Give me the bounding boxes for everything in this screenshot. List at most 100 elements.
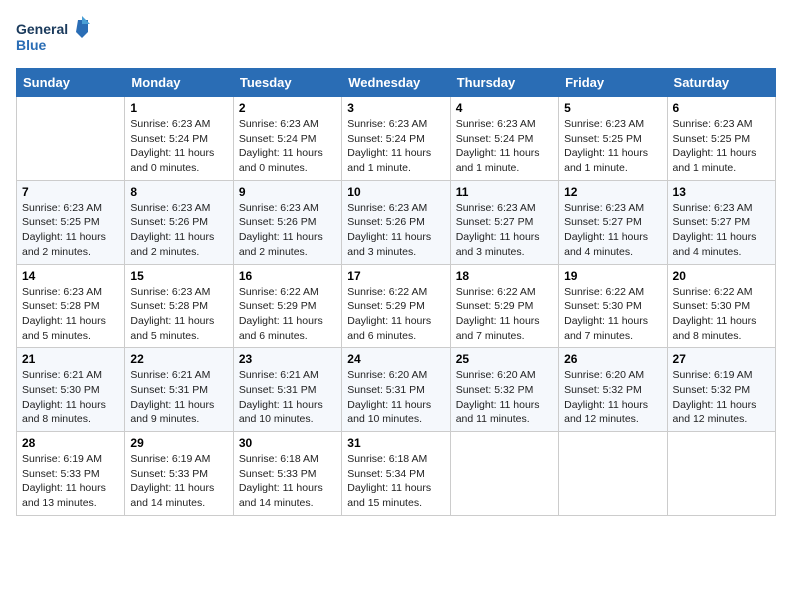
svg-text:General: General xyxy=(16,21,68,37)
calendar-week-row: 1 Sunrise: 6:23 AMSunset: 5:24 PMDaylight… xyxy=(17,97,776,181)
day-info: Sunrise: 6:23 AMSunset: 5:24 PMDaylight:… xyxy=(347,117,444,176)
column-header-sunday: Sunday xyxy=(17,69,125,97)
day-number: 12 xyxy=(564,185,661,199)
calendar-cell: 10 Sunrise: 6:23 AMSunset: 5:26 PMDayligh… xyxy=(342,180,450,264)
calendar-cell: 29 Sunrise: 6:19 AMSunset: 5:33 PMDayligh… xyxy=(125,432,233,516)
day-number: 25 xyxy=(456,352,553,366)
calendar-cell: 21 Sunrise: 6:21 AMSunset: 5:30 PMDayligh… xyxy=(17,348,125,432)
day-number: 15 xyxy=(130,269,227,283)
day-number: 10 xyxy=(347,185,444,199)
day-number: 22 xyxy=(130,352,227,366)
calendar-cell xyxy=(17,97,125,181)
calendar-week-row: 14Sunrise: 6:23 AMSunset: 5:28 PMDayligh… xyxy=(17,264,776,348)
day-number: 8 xyxy=(130,185,227,199)
day-info: Sunrise: 6:19 AMSunset: 5:33 PMDaylight:… xyxy=(22,452,119,511)
day-info: Sunrise: 6:23 AMSunset: 5:24 PMDaylight:… xyxy=(130,117,227,176)
calendar-cell: 22 Sunrise: 6:21 AMSunset: 5:31 PMDayligh… xyxy=(125,348,233,432)
calendar-cell: 7 Sunrise: 6:23 AMSunset: 5:25 PMDaylight… xyxy=(17,180,125,264)
calendar-cell: 31Sunrise: 6:18 AMSunset: 5:34 PMDayligh… xyxy=(342,432,450,516)
calendar-cell: 23 Sunrise: 6:21 AMSunset: 5:31 PMDayligh… xyxy=(233,348,341,432)
day-number: 5 xyxy=(564,101,661,115)
day-info: Sunrise: 6:20 AMSunset: 5:31 PMDaylight:… xyxy=(347,368,444,427)
calendar-cell: 27 Sunrise: 6:19 AMSunset: 5:32 PMDayligh… xyxy=(667,348,775,432)
calendar-cell xyxy=(559,432,667,516)
day-number: 11 xyxy=(456,185,553,199)
day-number: 30 xyxy=(239,436,336,450)
day-info: Sunrise: 6:23 AMSunset: 5:26 PMDaylight:… xyxy=(347,201,444,260)
svg-text:Blue: Blue xyxy=(16,37,47,53)
day-number: 6 xyxy=(673,101,770,115)
day-number: 24 xyxy=(347,352,444,366)
day-number: 19 xyxy=(564,269,661,283)
calendar-cell: 9 Sunrise: 6:23 AMSunset: 5:26 PMDaylight… xyxy=(233,180,341,264)
calendar-cell: 18 Sunrise: 6:22 AMSunset: 5:29 PMDayligh… xyxy=(450,264,558,348)
column-header-monday: Monday xyxy=(125,69,233,97)
day-info: Sunrise: 6:18 AMSunset: 5:33 PMDaylight:… xyxy=(239,452,336,511)
calendar-table: SundayMondayTuesdayWednesdayThursdayFrid… xyxy=(16,68,776,516)
calendar-cell: 13 Sunrise: 6:23 AMSunset: 5:27 PMDayligh… xyxy=(667,180,775,264)
day-info: Sunrise: 6:23 AMSunset: 5:25 PMDaylight:… xyxy=(564,117,661,176)
logo: General Blue xyxy=(16,16,96,60)
day-info: Sunrise: 6:21 AMSunset: 5:31 PMDaylight:… xyxy=(130,368,227,427)
day-number: 28 xyxy=(22,436,119,450)
day-number: 9 xyxy=(239,185,336,199)
day-info: Sunrise: 6:23 AMSunset: 5:26 PMDaylight:… xyxy=(130,201,227,260)
day-number: 23 xyxy=(239,352,336,366)
day-info: Sunrise: 6:23 AMSunset: 5:24 PMDaylight:… xyxy=(456,117,553,176)
day-number: 7 xyxy=(22,185,119,199)
day-number: 1 xyxy=(130,101,227,115)
day-info: Sunrise: 6:22 AMSunset: 5:30 PMDaylight:… xyxy=(564,285,661,344)
day-info: Sunrise: 6:23 AMSunset: 5:27 PMDaylight:… xyxy=(673,201,770,260)
calendar-cell: 8 Sunrise: 6:23 AMSunset: 5:26 PMDaylight… xyxy=(125,180,233,264)
day-number: 4 xyxy=(456,101,553,115)
day-info: Sunrise: 6:21 AMSunset: 5:31 PMDaylight:… xyxy=(239,368,336,427)
calendar-week-row: 28 Sunrise: 6:19 AMSunset: 5:33 PMDayligh… xyxy=(17,432,776,516)
column-header-tuesday: Tuesday xyxy=(233,69,341,97)
day-info: Sunrise: 6:18 AMSunset: 5:34 PMDaylight:… xyxy=(347,452,444,511)
calendar-cell: 12Sunrise: 6:23 AMSunset: 5:27 PMDayligh… xyxy=(559,180,667,264)
calendar-cell: 19 Sunrise: 6:22 AMSunset: 5:30 PMDayligh… xyxy=(559,264,667,348)
calendar-cell: 1 Sunrise: 6:23 AMSunset: 5:24 PMDaylight… xyxy=(125,97,233,181)
day-number: 16 xyxy=(239,269,336,283)
day-info: Sunrise: 6:23 AMSunset: 5:26 PMDaylight:… xyxy=(239,201,336,260)
day-number: 13 xyxy=(673,185,770,199)
calendar-cell: 26Sunrise: 6:20 AMSunset: 5:32 PMDayligh… xyxy=(559,348,667,432)
day-number: 3 xyxy=(347,101,444,115)
calendar-cell: 6 Sunrise: 6:23 AMSunset: 5:25 PMDaylight… xyxy=(667,97,775,181)
day-info: Sunrise: 6:22 AMSunset: 5:30 PMDaylight:… xyxy=(673,285,770,344)
day-info: Sunrise: 6:20 AMSunset: 5:32 PMDaylight:… xyxy=(456,368,553,427)
day-info: Sunrise: 6:23 AMSunset: 5:28 PMDaylight:… xyxy=(22,285,119,344)
calendar-week-row: 7 Sunrise: 6:23 AMSunset: 5:25 PMDaylight… xyxy=(17,180,776,264)
calendar-cell: 16Sunrise: 6:22 AMSunset: 5:29 PMDayligh… xyxy=(233,264,341,348)
column-header-thursday: Thursday xyxy=(450,69,558,97)
day-number: 2 xyxy=(239,101,336,115)
day-info: Sunrise: 6:22 AMSunset: 5:29 PMDaylight:… xyxy=(456,285,553,344)
day-number: 26 xyxy=(564,352,661,366)
day-info: Sunrise: 6:23 AMSunset: 5:25 PMDaylight:… xyxy=(22,201,119,260)
day-info: Sunrise: 6:21 AMSunset: 5:30 PMDaylight:… xyxy=(22,368,119,427)
calendar-cell: 17Sunrise: 6:22 AMSunset: 5:29 PMDayligh… xyxy=(342,264,450,348)
day-number: 29 xyxy=(130,436,227,450)
calendar-header-row: SundayMondayTuesdayWednesdayThursdayFrid… xyxy=(17,69,776,97)
column-header-friday: Friday xyxy=(559,69,667,97)
calendar-cell: 20 Sunrise: 6:22 AMSunset: 5:30 PMDayligh… xyxy=(667,264,775,348)
day-info: Sunrise: 6:19 AMSunset: 5:32 PMDaylight:… xyxy=(673,368,770,427)
calendar-cell: 11 Sunrise: 6:23 AMSunset: 5:27 PMDayligh… xyxy=(450,180,558,264)
day-info: Sunrise: 6:23 AMSunset: 5:25 PMDaylight:… xyxy=(673,117,770,176)
logo-svg: General Blue xyxy=(16,16,96,60)
calendar-cell xyxy=(667,432,775,516)
calendar-cell: 14Sunrise: 6:23 AMSunset: 5:28 PMDayligh… xyxy=(17,264,125,348)
calendar-cell: 2Sunrise: 6:23 AMSunset: 5:24 PMDaylight… xyxy=(233,97,341,181)
day-number: 20 xyxy=(673,269,770,283)
day-info: Sunrise: 6:19 AMSunset: 5:33 PMDaylight:… xyxy=(130,452,227,511)
day-info: Sunrise: 6:23 AMSunset: 5:27 PMDaylight:… xyxy=(456,201,553,260)
calendar-cell: 28 Sunrise: 6:19 AMSunset: 5:33 PMDayligh… xyxy=(17,432,125,516)
day-number: 18 xyxy=(456,269,553,283)
calendar-cell: 25 Sunrise: 6:20 AMSunset: 5:32 PMDayligh… xyxy=(450,348,558,432)
calendar-cell: 3 Sunrise: 6:23 AMSunset: 5:24 PMDaylight… xyxy=(342,97,450,181)
day-number: 27 xyxy=(673,352,770,366)
calendar-cell: 24 Sunrise: 6:20 AMSunset: 5:31 PMDayligh… xyxy=(342,348,450,432)
day-number: 21 xyxy=(22,352,119,366)
calendar-cell: 30 Sunrise: 6:18 AMSunset: 5:33 PMDayligh… xyxy=(233,432,341,516)
calendar-cell xyxy=(450,432,558,516)
